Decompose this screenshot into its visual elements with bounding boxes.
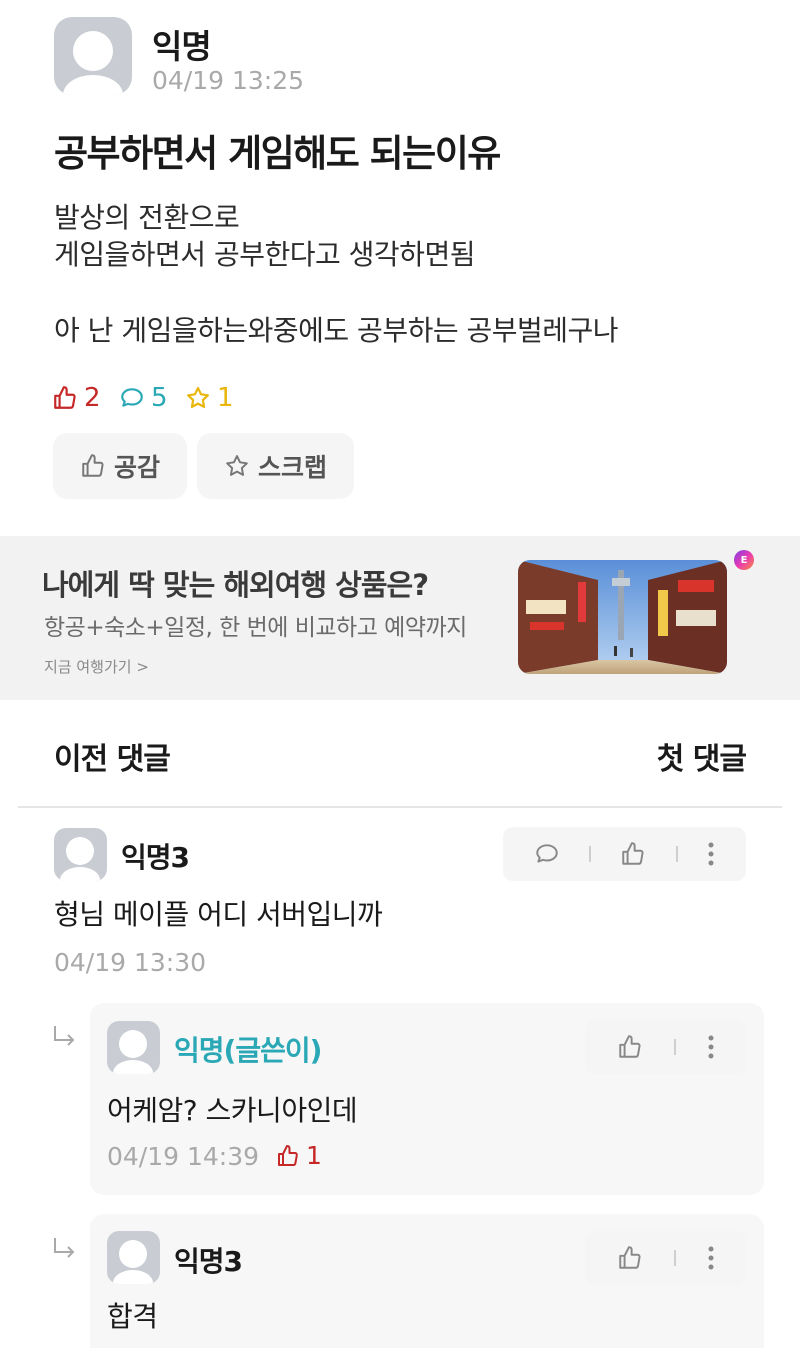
- post-body-line: 발상의 전환으로: [54, 201, 240, 234]
- reply-icon[interactable]: [534, 841, 560, 867]
- post-body-line: 아 난 게임을하는와중에도 공부하는 공부벌레구나: [54, 314, 619, 347]
- ad-badge-icon[interactable]: E: [734, 550, 754, 570]
- more-vertical-icon[interactable]: [707, 1245, 715, 1271]
- reply-arrow-icon: [54, 1026, 75, 1046]
- thumbs-up-icon: [82, 454, 104, 477]
- reply-author-writer: 익명(글쓴이): [174, 1034, 322, 1067]
- post-timestamp: 04/19 13:25: [152, 66, 305, 95]
- reply-toolbar: [585, 1020, 746, 1074]
- reply-like-count: 1: [276, 1141, 322, 1170]
- scrap-button[interactable]: 스크랩: [197, 433, 354, 499]
- like-count: 2: [52, 383, 101, 413]
- reply-text: 어케암? 스카니아인데: [107, 1094, 358, 1127]
- like-button[interactable]: 공감: [53, 433, 187, 499]
- comment-avatar: [54, 828, 107, 881]
- reply-arrow-icon: [54, 1238, 75, 1258]
- ad-title: 나에게 딱 맞는 해외여행 상품은?: [42, 568, 429, 602]
- more-vertical-icon[interactable]: [707, 841, 715, 867]
- comment-timestamp: 04/19 13:30: [54, 948, 207, 977]
- comment-toolbar: [503, 827, 746, 881]
- thumbs-up-icon: [278, 1144, 298, 1166]
- reply-avatar: [107, 1231, 160, 1284]
- star-icon: [187, 386, 209, 408]
- thumbs-up-icon[interactable]: [617, 1034, 643, 1060]
- comment-count: 5: [119, 383, 168, 413]
- ad-street-photo[interactable]: [518, 560, 727, 674]
- post-author-name: 익명: [152, 27, 212, 66]
- more-vertical-icon[interactable]: [707, 1034, 715, 1060]
- reply-timestamp: 04/19 14:39: [107, 1142, 260, 1171]
- star-icon: [226, 455, 248, 476]
- comment-text: 형님 메이플 어디 서버입니까: [54, 898, 383, 931]
- travel-ad-banner[interactable]: 나에게 딱 맞는 해외여행 상품은? 항공+숙소+일정, 한 번에 비교하고 예…: [0, 536, 800, 700]
- reply-author: 익명3: [174, 1245, 243, 1278]
- comment-author: 익명3: [121, 841, 190, 874]
- reply-avatar: [107, 1021, 160, 1074]
- ad-subtitle: 항공+숙소+일정, 한 번에 비교하고 예약까지: [44, 615, 467, 641]
- thumbs-up-icon[interactable]: [620, 841, 646, 867]
- scrap-count: 1: [185, 383, 234, 413]
- reply-text: 합격: [107, 1300, 158, 1333]
- thumbs-up-icon: [54, 386, 76, 409]
- previous-comments-link[interactable]: 이전 댓글: [54, 734, 171, 778]
- thumbs-up-icon[interactable]: [617, 1245, 643, 1271]
- first-comment-link[interactable]: 첫 댓글: [657, 734, 747, 778]
- post-title: 공부하면서 게임해도 되는이유: [54, 132, 501, 175]
- post-author-avatar: [54, 17, 132, 95]
- comment-icon: [121, 388, 143, 407]
- reply-toolbar: [585, 1231, 746, 1285]
- post-body-line: 게임을하면서 공부한다고 생각하면됨: [54, 238, 475, 271]
- ad-link[interactable]: 지금 여행가기 >: [44, 656, 149, 677]
- divider: [18, 806, 782, 808]
